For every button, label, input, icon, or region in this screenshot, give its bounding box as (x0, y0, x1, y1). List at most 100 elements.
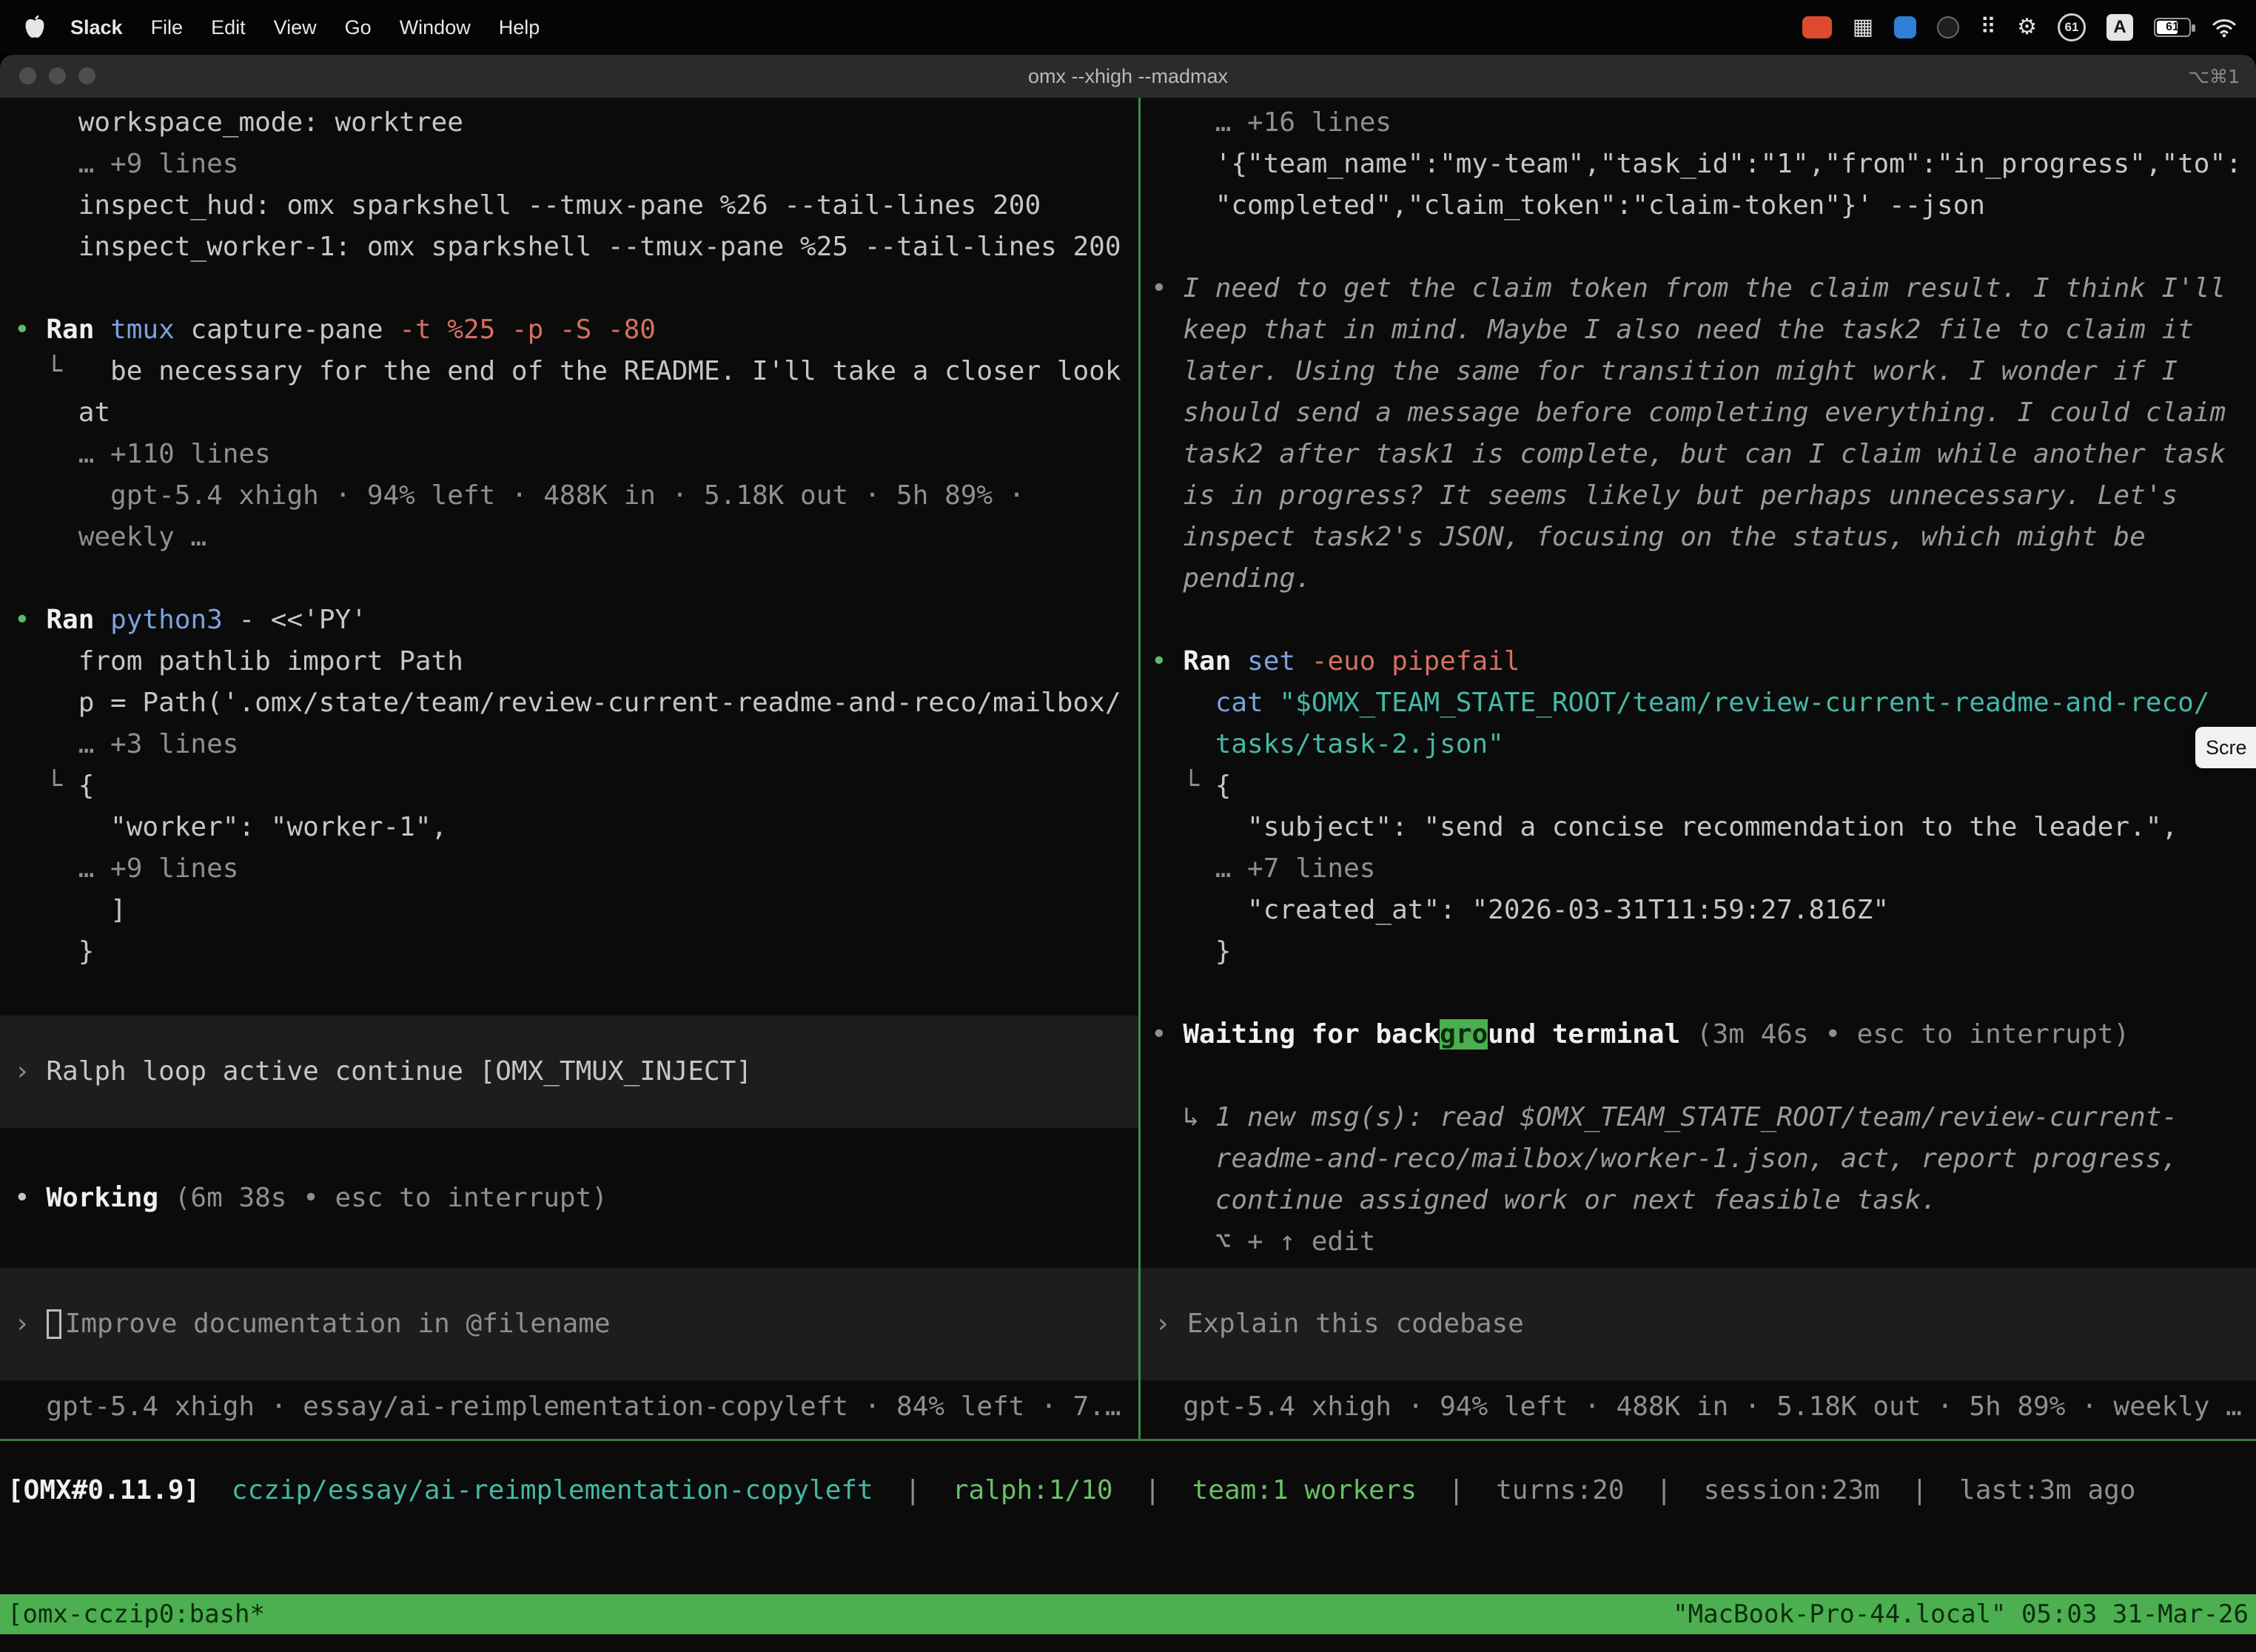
terminal-line: ] (14, 890, 1121, 931)
screenshot-tooltip: Scre (2195, 727, 2256, 768)
json-tail-block: … +16 lines '{"team_name":"my-team","tas… (1151, 102, 2242, 226)
terminal-line: gpt-5.4 xhigh · 94% left · 488K in · 5.1… (14, 475, 1121, 517)
terminal-line: inspect_worker-1: omx sparkshell --tmux-… (14, 226, 1121, 268)
terminal-line: • Ran set -euo pipefail (1151, 641, 2209, 682)
team-workers: team:1 workers (1192, 1475, 1417, 1505)
composer-right-line: › Explain this codebase (1141, 1303, 1524, 1345)
ralph-counter: ralph:1/10 (953, 1475, 1113, 1505)
workspace-path: cczip/essay/ai-reimplementation-copyleft (232, 1475, 873, 1505)
tmux-status-bar: [omx-cczip0:bash* "MacBook-Pro-44.local"… (0, 1594, 2256, 1634)
terminal-line: ⌥ + ↑ edit (1151, 1221, 2178, 1263)
session-duration: session:23m (1704, 1475, 1880, 1505)
separator: | (1448, 1475, 1465, 1505)
close-button[interactable] (19, 67, 36, 84)
composer-placeholder-left: Improve documentation in @filename (65, 1303, 611, 1345)
prompt-chevron: › (1155, 1303, 1171, 1345)
left-intro-block: workspace_mode: worktree … +9 lines insp… (14, 102, 1121, 268)
terminal-line: … +7 lines (1151, 848, 2209, 890)
menu-edit[interactable]: Edit (197, 16, 260, 39)
terminal[interactable]: workspace_mode: worktree … +9 lines insp… (0, 98, 2256, 1652)
left-model-meta: gpt-5.4 xhigh · essay/ai-reimplementatio… (14, 1386, 1121, 1428)
left-terminal-pane[interactable]: workspace_mode: worktree … +9 lines insp… (0, 98, 1138, 1439)
terminal-line: at (14, 392, 1121, 434)
blue-app-icon[interactable] (1894, 16, 1916, 38)
terminal-line: • I need to get the claim token from the… (1151, 268, 2226, 309)
terminal-line: pending. (1151, 558, 2226, 600)
terminal-line: inspect task2's JSON, focusing on the st… (1151, 517, 2226, 558)
terminal-line: keep that in mind. Maybe I also need the… (1151, 309, 2226, 351)
ran-python-block: • Ran python3 - <<'PY' from pathlib impo… (14, 600, 1121, 973)
menu-bar-left: Slack File Edit View Go Window Help (19, 14, 554, 41)
terminal-line: later. Using the same for transition mig… (1151, 351, 2226, 392)
terminal-line: is in progress? It seems likely but perh… (1151, 475, 2226, 517)
terminal-line: … +9 lines (14, 848, 1121, 890)
window-shortcut-hint: ⌥⌘1 (2188, 66, 2240, 87)
right-terminal-pane[interactable]: … +16 lines '{"team_name":"my-team","tas… (1141, 98, 2256, 1439)
terminal-line: … +3 lines (14, 724, 1121, 765)
terminal-line: should send a message before completing … (1151, 392, 2226, 434)
menu-bar: Slack File Edit View Go Window Help ▦ ⠿ … (0, 0, 2256, 55)
menu-help[interactable]: Help (485, 16, 554, 39)
zoom-button[interactable] (78, 67, 95, 84)
menu-window[interactable]: Window (386, 16, 485, 39)
omx-status-bar: [OMX#0.11.9] cczip/essay/ai-reimplementa… (7, 1470, 2256, 1511)
terminal-line: "completed","claim_token":"claim-token"}… (1151, 185, 2242, 226)
terminal-line: • Waiting for background terminal (3m 46… (1151, 1014, 2129, 1055)
apple-menu[interactable] (19, 14, 56, 41)
app-menu-slack[interactable]: Slack (56, 16, 137, 39)
ran-tmux-block: • Ran tmux capture-pane -t %25 -p -S -80… (14, 309, 1121, 558)
menu-bar-status-icons: ▦ ⠿ ⚙ 61 A 61 (1802, 13, 2237, 41)
last-activity: last:3m ago (1959, 1475, 2135, 1505)
terminal-line: inspect_hud: omx sparkshell --tmux-pane … (14, 185, 1121, 226)
separator: | (1912, 1475, 1928, 1505)
terminal-line: weekly … (14, 517, 1121, 558)
terminal-line: › Ralph loop active continue [OMX_TMUX_I… (14, 1051, 752, 1092)
menu-go[interactable]: Go (331, 16, 386, 39)
terminal-line: cat "$OMX_TEAM_STATE_ROOT/team/review-cu… (1151, 682, 2209, 724)
ralph-inject-banner: › Ralph loop active continue [OMX_TMUX_I… (0, 1015, 1138, 1128)
text-cursor (47, 1309, 61, 1339)
prompt-chevron: › (14, 1303, 30, 1345)
battery-icon[interactable]: 61 (2154, 18, 2191, 37)
terminal-line: } (14, 931, 1121, 973)
terminal-line: workspace_mode: worktree (14, 102, 1121, 144)
terminal-line: gpt-5.4 xhigh · 94% left · 488K in · 5.1… (1151, 1386, 2242, 1428)
screen-recording-icon[interactable] (1802, 16, 1832, 38)
terminal-line: • Ran tmux capture-pane -t %25 -p -S -80 (14, 309, 1121, 351)
separator: | (1144, 1475, 1161, 1505)
terminal-line: ↳ 1 new msg(s): read $OMX_TEAM_STATE_ROO… (1151, 1097, 2178, 1138)
composer-left[interactable]: › Improve documentation in @filename (0, 1268, 1138, 1380)
dark-app-icon[interactable] (1937, 16, 1959, 38)
working-status-block: • Working (6m 38s • esc to interrupt) (14, 1178, 608, 1219)
terminal-line: readme-and-reco/mailbox/worker-1.json, a… (1151, 1138, 2178, 1180)
minimize-button[interactable] (49, 67, 66, 84)
tmux-host-time: "MacBook-Pro-44.local" 05:03 31-Mar-26 (1673, 1594, 2249, 1635)
turns-counter: turns:20 (1496, 1475, 1624, 1505)
composer-right[interactable]: › Explain this codebase (1141, 1268, 2256, 1380)
terminal-line: tasks/task-2.json" (1151, 724, 2209, 765)
pane-divider-horizontal (0, 1439, 2256, 1441)
window-titlebar[interactable]: omx --xhigh --madmax ⌥⌘1 (0, 55, 2256, 98)
menu-view[interactable]: View (260, 16, 331, 39)
thinking-block: • I need to get the claim token from the… (1151, 268, 2226, 600)
gear-icon[interactable]: ⚙ (2017, 16, 2037, 38)
grid-icon[interactable]: ▦ (1853, 16, 1873, 38)
ran-set-block: • Ran set -euo pipefail cat "$OMX_TEAM_S… (1151, 641, 2209, 973)
wifi-icon[interactable] (2212, 17, 2237, 38)
separator: | (1656, 1475, 1672, 1505)
dots-grid-icon[interactable]: ⠿ (1980, 16, 1996, 38)
battery-percent-badge[interactable]: 61 (2058, 13, 2086, 41)
mailbox-message-block: ↳ 1 new msg(s): read $OMX_TEAM_STATE_ROO… (1151, 1097, 2178, 1263)
terminal-line: └ be necessary for the end of the README… (14, 351, 1121, 392)
right-model-meta: gpt-5.4 xhigh · 94% left · 488K in · 5.1… (1151, 1386, 2242, 1428)
waiting-status-block: • Waiting for background terminal (3m 46… (1151, 1014, 2129, 1055)
menu-file[interactable]: File (137, 16, 198, 39)
terminal-line: p = Path('.omx/state/team/review-current… (14, 682, 1121, 724)
terminal-line: └ { (1151, 765, 2209, 807)
terminal-line: task2 after task1 is complete, but can I… (1151, 434, 2226, 475)
terminal-line: └ { (14, 765, 1121, 807)
composer-placeholder-right: Explain this codebase (1187, 1303, 1524, 1345)
terminal-line: } (1151, 931, 2209, 973)
terminal-line: "worker": "worker-1", (14, 807, 1121, 848)
input-source-icon[interactable]: A (2106, 14, 2133, 41)
